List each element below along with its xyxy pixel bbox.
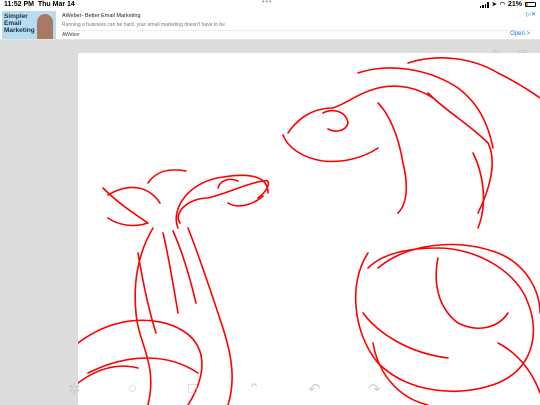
ad-open-button[interactable]: Open > bbox=[510, 31, 530, 37]
arrow-icon[interactable]: ⌃ bbox=[248, 380, 261, 398]
stroke-right-spine bbox=[472, 152, 485, 229]
adchoices-icon[interactable]: ▷✕ bbox=[526, 11, 536, 18]
ad-description: Running a business can be hard, your ema… bbox=[62, 22, 225, 28]
ad-image-text-2: Email bbox=[4, 20, 22, 27]
multitasking-dots[interactable]: ••• bbox=[262, 0, 272, 6]
ad-banner[interactable]: Simpler Email Marketing AWeber- Better E… bbox=[0, 10, 540, 40]
stroke-left-crest bbox=[147, 169, 187, 184]
status-right: ➤ ◠ 21% bbox=[479, 1, 536, 8]
color-square-icon[interactable]: □ bbox=[188, 380, 197, 397]
stroke-left-ear bbox=[107, 186, 161, 204]
settings-icon[interactable]: ✲ bbox=[68, 380, 81, 398]
drawing-canvas[interactable] bbox=[78, 53, 540, 405]
ad-brand: AWeber bbox=[62, 32, 80, 38]
ad-image-text-3: Marketing bbox=[4, 27, 35, 34]
battery-icon bbox=[525, 2, 536, 7]
stroke-right-neck-front bbox=[377, 102, 408, 214]
ad-divider bbox=[58, 30, 534, 31]
cellular-icon bbox=[479, 1, 489, 8]
status-bar: 11:52 PM Thu Mar 14 ••• ➤ ◠ 21% bbox=[0, 0, 540, 10]
ad-image-text-1: Simpler bbox=[4, 13, 28, 20]
bottom-toolbar: ✲ ○ □ ⌃ ↶ ↷ bbox=[60, 380, 460, 402]
stroke-right-back bbox=[377, 243, 540, 314]
stroke-left-chest bbox=[87, 357, 199, 374]
stroke-right-belly bbox=[362, 312, 449, 359]
status-time: 11:52 PM Thu Mar 14 bbox=[4, 1, 75, 8]
stroke-left-eye bbox=[217, 178, 239, 189]
stroke-right-jaw bbox=[282, 134, 379, 163]
undo-icon[interactable]: ↶ bbox=[308, 380, 321, 398]
redo-icon[interactable]: ↷ bbox=[368, 380, 381, 398]
stroke-right-mane bbox=[427, 92, 493, 214]
wifi-icon: ◠ bbox=[499, 2, 505, 8]
sketch-drawing bbox=[78, 57, 540, 405]
stroke-right-eye bbox=[322, 109, 349, 132]
location-icon: ➤ bbox=[491, 2, 497, 8]
stroke-right-crest bbox=[357, 67, 494, 149]
stroke-left-neck-front bbox=[187, 227, 233, 405]
ad-title[interactable]: AWeber- Better Email Marketing bbox=[62, 13, 141, 19]
stroke-right-head-top bbox=[287, 85, 434, 134]
battery-percent: 21% bbox=[507, 1, 522, 8]
stroke-right-shoulder bbox=[435, 257, 509, 329]
stroke-left-mane-1 bbox=[162, 232, 179, 314]
ad-image[interactable]: Simpler Email Marketing bbox=[2, 11, 56, 39]
brush-size-icon[interactable]: ○ bbox=[128, 380, 137, 397]
stroke-right-horn bbox=[407, 57, 540, 99]
ad-person-image bbox=[37, 14, 53, 39]
